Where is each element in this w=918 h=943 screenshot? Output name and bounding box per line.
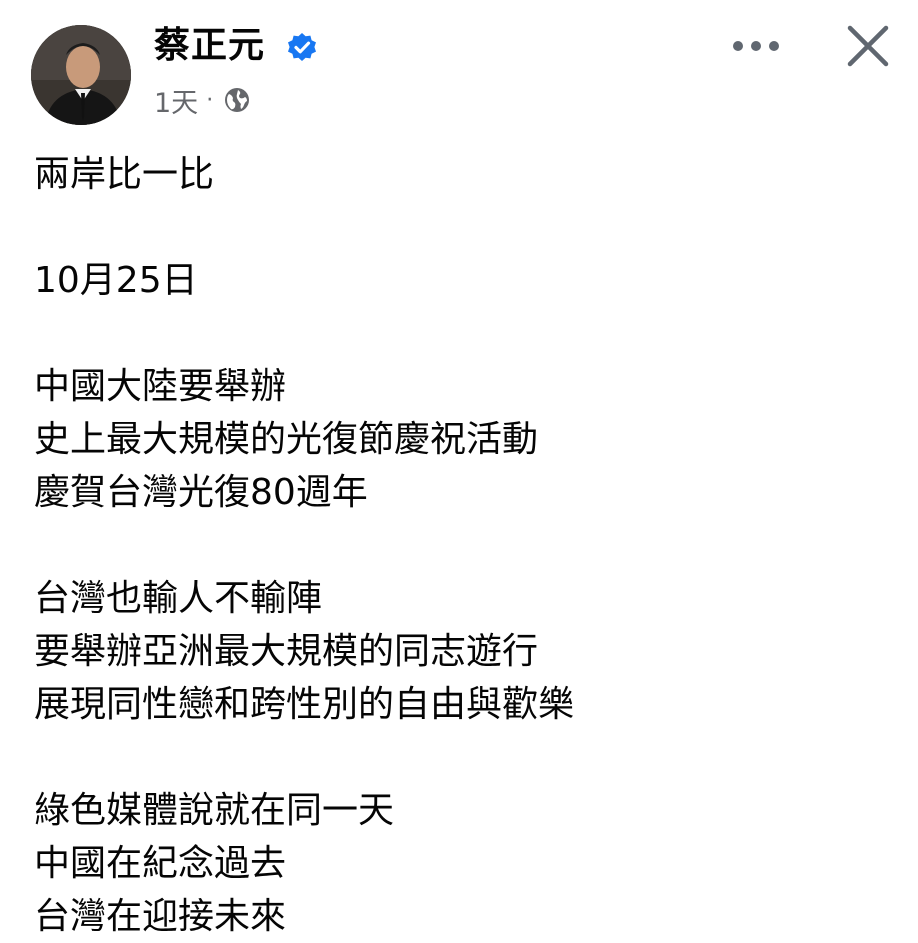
post-text: 兩岸比一比 10月25日 中國大陸要舉辦 史上最大規模的光復節慶祝活動 慶賀台灣… [34, 148, 894, 943]
text-line: 史上最大規模的光復節慶祝活動 [34, 419, 539, 460]
text-line: 兩岸比一比 [34, 154, 215, 195]
post-header: 蔡正元 1天 · [0, 0, 918, 140]
author-name[interactable]: 蔡正元 [154, 22, 265, 70]
text-line: 要舉辦亞洲最大規模的同志遊行 [34, 631, 539, 672]
paragraph: 中國大陸要舉辦 史上最大規模的光復節慶祝活動 慶賀台灣光復80週年 [34, 360, 894, 519]
more-horizontal-icon [733, 41, 779, 51]
paragraph: 台灣也輸人不輸陣 要舉辦亞洲最大規模的同志遊行 展現同性戀和跨性別的自由與歡樂 [34, 572, 894, 731]
text-line: 台灣也輸人不輸陣 [34, 578, 323, 619]
text-line: 中國大陸要舉辦 [34, 366, 287, 407]
paragraph: 兩岸比一比 [34, 148, 894, 201]
verified-badge-icon [288, 33, 316, 61]
text-line: 台灣在迎接未來 [34, 896, 287, 937]
paragraph: 綠色媒體說就在同一天 中國在紀念過去 台灣在迎接未來 [34, 784, 894, 943]
close-icon [847, 25, 889, 67]
avatar-photo [31, 25, 131, 125]
text-line: 綠色媒體說就在同一天 [34, 790, 395, 831]
post-time[interactable]: 1天 [154, 81, 198, 120]
globe-icon[interactable] [223, 86, 251, 114]
paragraph: 10月25日 [34, 254, 894, 307]
text-line: 慶賀台灣光復80週年 [34, 472, 368, 513]
more-options-button[interactable] [728, 26, 784, 66]
meta-separator: · [206, 87, 214, 113]
avatar[interactable] [31, 25, 131, 125]
post-meta: 1天 · [154, 81, 251, 120]
text-line: 展現同性戀和跨性別的自由與歡樂 [34, 684, 575, 725]
text-line: 中國在紀念過去 [34, 843, 287, 884]
close-button[interactable] [836, 14, 900, 78]
text-line: 10月25日 [34, 260, 198, 301]
